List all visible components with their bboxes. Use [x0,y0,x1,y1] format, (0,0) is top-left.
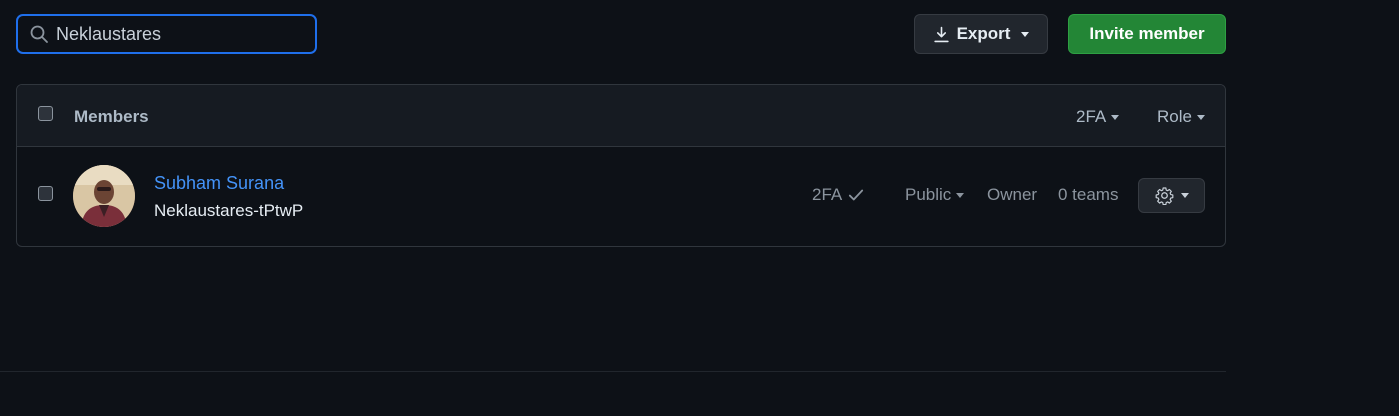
members-header-title: Members [74,107,149,126]
avatar[interactable] [73,165,135,227]
member-search-input[interactable] [56,19,306,49]
footer-divider [0,371,1226,372]
role-filter-label: Role [1157,107,1192,126]
select-all-checkbox[interactable] [38,106,53,121]
search-icon [30,25,48,43]
chevron-down-icon [1021,31,1030,37]
member-login: Neklaustares-tPtwP [154,201,304,220]
2fa-status: 2FA [812,185,865,205]
table-row: Subham Surana Neklaustares-tPtwP 2FA Pub… [17,147,1225,246]
member-teams-label: 0 teams [1058,185,1119,204]
role-filter-dropdown[interactable]: Role [1157,107,1205,127]
invite-member-label: Invite member [1089,24,1205,43]
member-teams-link[interactable]: 0 teams [1058,185,1118,205]
member-name-link[interactable]: Subham Surana [154,173,284,194]
chevron-down-icon [1111,114,1120,120]
download-icon [933,26,949,42]
export-button[interactable]: Export [914,14,1048,54]
row-select-checkbox[interactable] [38,186,53,201]
invite-member-button[interactable]: Invite member [1068,14,1226,54]
check-icon [849,189,864,201]
member-role-label: Owner [987,185,1038,204]
avatar-image [73,165,135,227]
export-button-label: Export [956,24,1011,43]
2fa-status-label: 2FA [812,185,843,204]
chevron-down-icon [1180,193,1189,198]
members-page: Export Invite member Members 2FA Role [0,0,1399,416]
members-table-header: Members 2FA Role [17,85,1225,147]
visibility-label: Public [905,185,952,204]
2fa-filter-label: 2FA [1076,107,1107,126]
member-settings-button[interactable] [1138,178,1205,213]
chevron-down-icon [1196,114,1205,120]
chevron-down-icon [956,192,965,198]
visibility-dropdown[interactable]: Public [905,185,965,205]
members-table: Members 2FA Role Subham Surana Neklausta… [16,84,1226,247]
gear-icon [1155,187,1173,205]
2fa-filter-dropdown[interactable]: 2FA [1076,107,1120,127]
member-role: Owner [987,185,1037,205]
member-search-box[interactable] [16,14,317,54]
